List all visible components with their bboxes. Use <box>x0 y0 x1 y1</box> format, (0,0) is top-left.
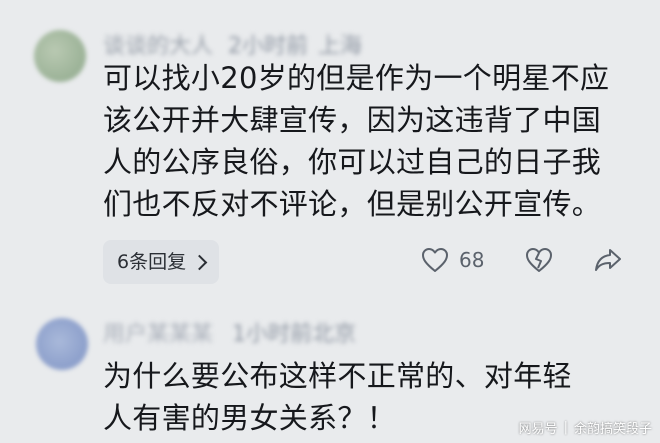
watermark-separator: | <box>563 420 568 435</box>
dislike-button[interactable] <box>525 247 553 273</box>
share-icon <box>595 249 621 271</box>
watermark: 网易号 | 余韵搞笑段子 <box>519 418 652 437</box>
comment-location: 北京 <box>312 322 357 347</box>
comment-text: 可以找小20岁的但是作为一个明星不应该公开并大肆宣传，因为这违背了中国人的公序良… <box>103 61 610 221</box>
share-button[interactable] <box>594 247 622 273</box>
comment-username[interactable]: 用户某某某 <box>103 316 213 348</box>
comment-time: 2小时前 <box>228 34 308 59</box>
comment-text: 为什么要公布这样不正常的、对年轻人有害的男女关系？！ <box>103 359 572 435</box>
comment-username[interactable]: 谈谈的大人 <box>103 28 213 60</box>
watermark-author: 余韵搞笑段子 <box>573 422 652 437</box>
like-button[interactable]: 68 <box>421 247 484 273</box>
avatar[interactable] <box>34 30 86 82</box>
chevron-right-icon <box>191 254 208 270</box>
comment-location: 上海 <box>318 34 363 59</box>
broken-heart-icon <box>526 248 552 272</box>
avatar[interactable] <box>36 318 88 370</box>
replies-label: 6条回复 <box>117 251 187 273</box>
like-count: 68 <box>459 248 485 272</box>
comment-item: 谈谈的大人 2小时前 上海 可以找小20岁的但是作为一个明星不应该公开并大肆宣传… <box>0 0 660 300</box>
heart-icon <box>422 248 448 272</box>
view-replies-button[interactable]: 6条回复 <box>103 240 220 284</box>
comment-time: 1小时前 <box>232 322 312 347</box>
watermark-source: 网易号 <box>518 422 558 437</box>
